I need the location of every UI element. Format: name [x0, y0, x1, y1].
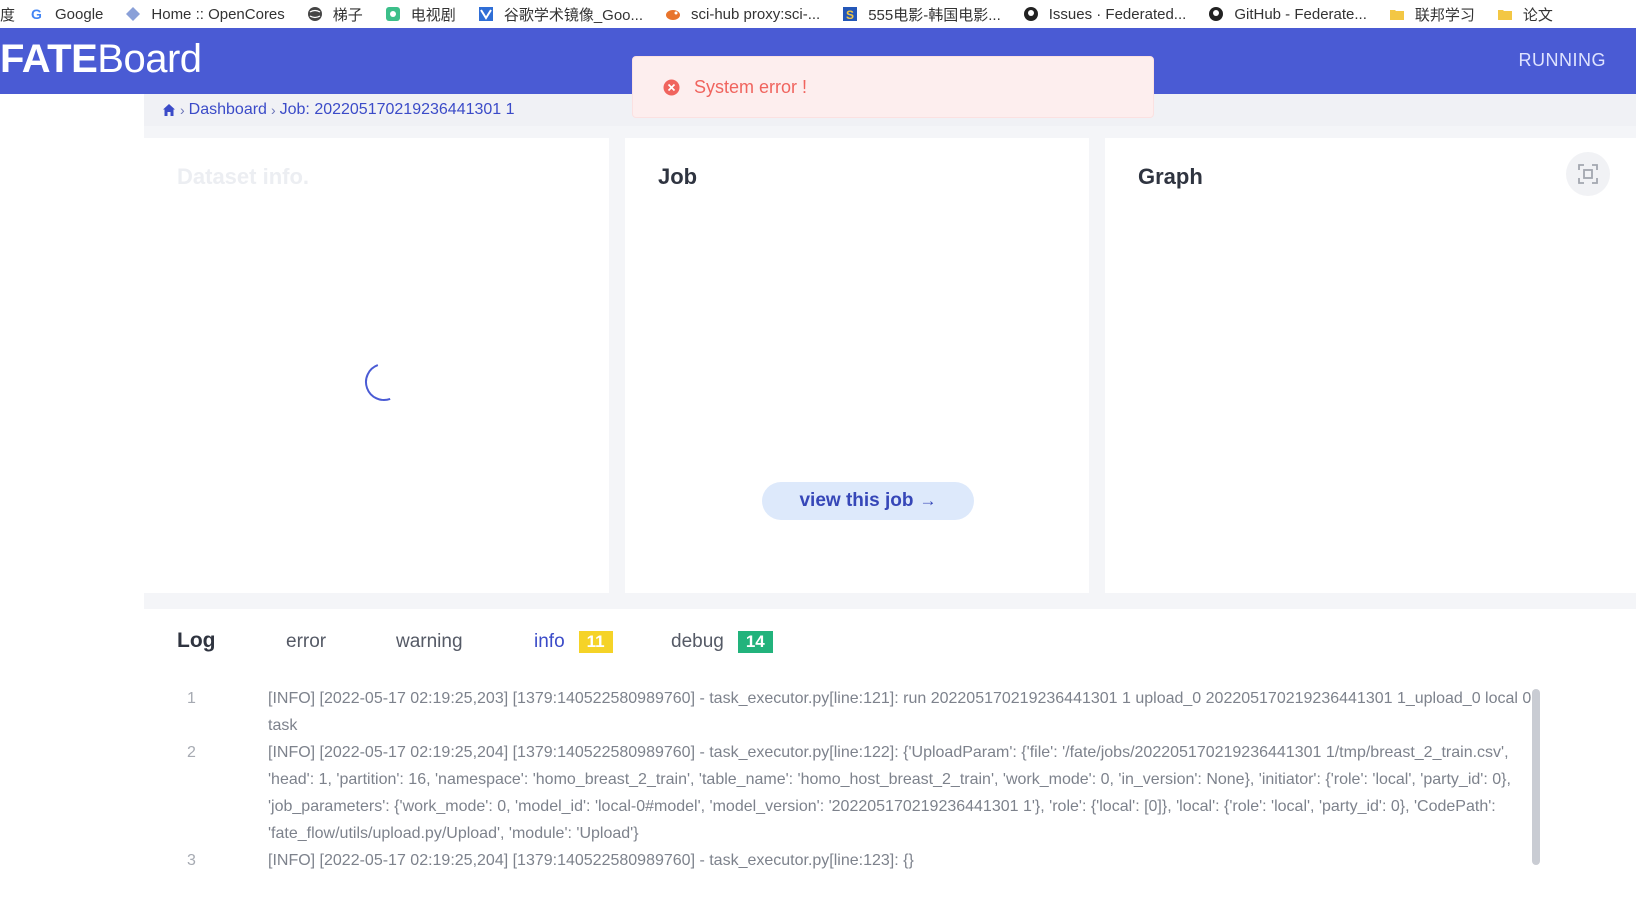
bookmark-label: Google: [55, 5, 104, 23]
chevron-right-icon: ›: [180, 102, 185, 118]
log-line: 2 [INFO] [2022-05-17 02:19:25,204] [1379…: [144, 739, 1544, 847]
bookmark-555[interactable]: S 555电影-韩国电影...: [842, 4, 1001, 25]
breadcrumb-job: Job: 202205170219236441301 1: [279, 101, 515, 118]
folder-icon: [1497, 10, 1512, 20]
bookmark-google[interactable]: G Google: [29, 6, 103, 23]
log-scrollbar[interactable]: [1532, 689, 1540, 865]
graph-card: Graph: [1105, 138, 1636, 593]
bookmark-label: 论文: [1522, 6, 1553, 24]
github-icon: [1023, 7, 1038, 21]
tv-app-icon: [385, 7, 400, 21]
scholar-icon: [478, 7, 493, 21]
error-circle-icon: [663, 79, 680, 95]
line-number: 3: [187, 852, 196, 869]
bookmark-issues[interactable]: Issues · Federated...: [1023, 5, 1187, 23]
bookmark-label: 谷歌学术镜像_Goo...: [503, 6, 644, 24]
log-text: [INFO] [2022-05-17 02:19:25,203] [1379:1…: [268, 690, 1532, 734]
error-toast: System error !: [632, 56, 1154, 118]
bookmark-label: 电视剧: [410, 6, 456, 24]
tab-debug[interactable]: debug 14: [671, 631, 773, 653]
breadcrumb-dashboard[interactable]: Dashboard: [189, 101, 267, 119]
tab-label: info: [534, 631, 565, 652]
log-line: 1 [INFO] [2022-05-17 02:19:25,203] [1379…: [144, 685, 1544, 739]
bookmark-tv[interactable]: 电视剧: [385, 4, 456, 25]
opencores-icon: [126, 7, 141, 21]
loading-spinner-icon: [365, 364, 391, 401]
job-card: Job view this job →: [625, 138, 1089, 593]
bookmark-label: GitHub - Federate...: [1234, 5, 1367, 23]
tab-error[interactable]: error: [286, 631, 326, 653]
bookmark-tizi[interactable]: 梯子: [307, 4, 363, 25]
tab-label: warning: [396, 631, 463, 652]
view-job-button[interactable]: view this job →: [762, 482, 974, 520]
logo-bold: FATE: [0, 37, 98, 81]
arrow-right-icon: →: [919, 491, 937, 510]
home-icon[interactable]: [162, 103, 176, 117]
tab-info[interactable]: info 11: [534, 631, 613, 653]
log-text: [INFO] [2022-05-17 02:19:25,204] [1379:1…: [268, 852, 914, 869]
log-line: 3 [INFO] [2022-05-17 02:19:25,204] [1379…: [144, 847, 1544, 874]
view-job-label: view this job: [799, 490, 914, 511]
scihub-icon: [666, 10, 681, 20]
fullscreen-icon: [1578, 164, 1598, 184]
log-title: Log: [177, 629, 216, 652]
bookmark-scihub[interactable]: sci-hub proxy:sci-...: [665, 6, 820, 23]
movie-site-icon: S: [843, 7, 858, 22]
svg-text:G: G: [31, 6, 42, 22]
bookmark-label: sci-hub proxy:sci-...: [691, 5, 821, 23]
line-number: 1: [187, 690, 196, 707]
job-title: Job: [658, 164, 698, 189]
bookmark-github[interactable]: GitHub - Federate...: [1208, 6, 1367, 23]
tab-label: error: [286, 631, 327, 652]
logo-rest: Board: [97, 37, 202, 81]
bookmark-partial-edge: 度: [0, 6, 16, 24]
bookmark-scholar[interactable]: 谷歌学术镜像_Goo...: [478, 4, 643, 25]
bookmarks-bar: 度 G Google Home :: OpenCores 梯子 电视剧 谷歌学术…: [0, 0, 1636, 28]
toast-message: System error !: [694, 76, 808, 97]
tab-warning[interactable]: warning: [396, 631, 463, 653]
dataset-info-title: Dataset info.: [177, 164, 310, 189]
fullscreen-button[interactable]: [1566, 152, 1610, 196]
folder-icon: [1389, 10, 1404, 20]
bookmark-label: Home :: OpenCores: [151, 5, 285, 23]
job-status: RUNNING: [1518, 50, 1606, 70]
main-content: Dataset info. Job view this job → Graph …: [144, 126, 1636, 900]
log-lines: 1 [INFO] [2022-05-17 02:19:25,203] [1379…: [144, 685, 1544, 874]
bookmark-folder-fl[interactable]: 联邦学习: [1389, 4, 1475, 25]
info-count-badge: 11: [578, 631, 613, 653]
github-icon: [1209, 7, 1224, 21]
log-text: [INFO] [2022-05-17 02:19:25,204] [1379:1…: [268, 744, 1511, 842]
log-card: Log error warning info 11 debug 14 1 [IN…: [144, 609, 1636, 900]
bookmark-opencores[interactable]: Home :: OpenCores: [125, 5, 285, 23]
log-tabs: Log error warning info 11 debug 14: [144, 609, 1636, 675]
graph-title: Graph: [1138, 164, 1203, 189]
tab-label: debug: [671, 631, 724, 652]
bookmark-folder-papers[interactable]: 论文: [1497, 4, 1553, 25]
chevron-right-icon: ›: [270, 102, 276, 118]
bookmark-label: 梯子: [332, 6, 363, 24]
bookmark-label: 555电影-韩国电影...: [868, 6, 1001, 24]
svg-text:S: S: [846, 8, 854, 22]
bookmark-label: 联邦学习: [1414, 6, 1475, 24]
bookmark-label: Issues · Federated...: [1048, 5, 1187, 23]
debug-count-badge: 14: [737, 631, 773, 653]
google-icon: G: [31, 6, 42, 22]
globe-icon: [307, 7, 322, 21]
line-number: 2: [187, 744, 196, 761]
fateboard-logo[interactable]: FATEBoard: [0, 37, 202, 82]
dataset-info-card: Dataset info.: [144, 138, 609, 593]
